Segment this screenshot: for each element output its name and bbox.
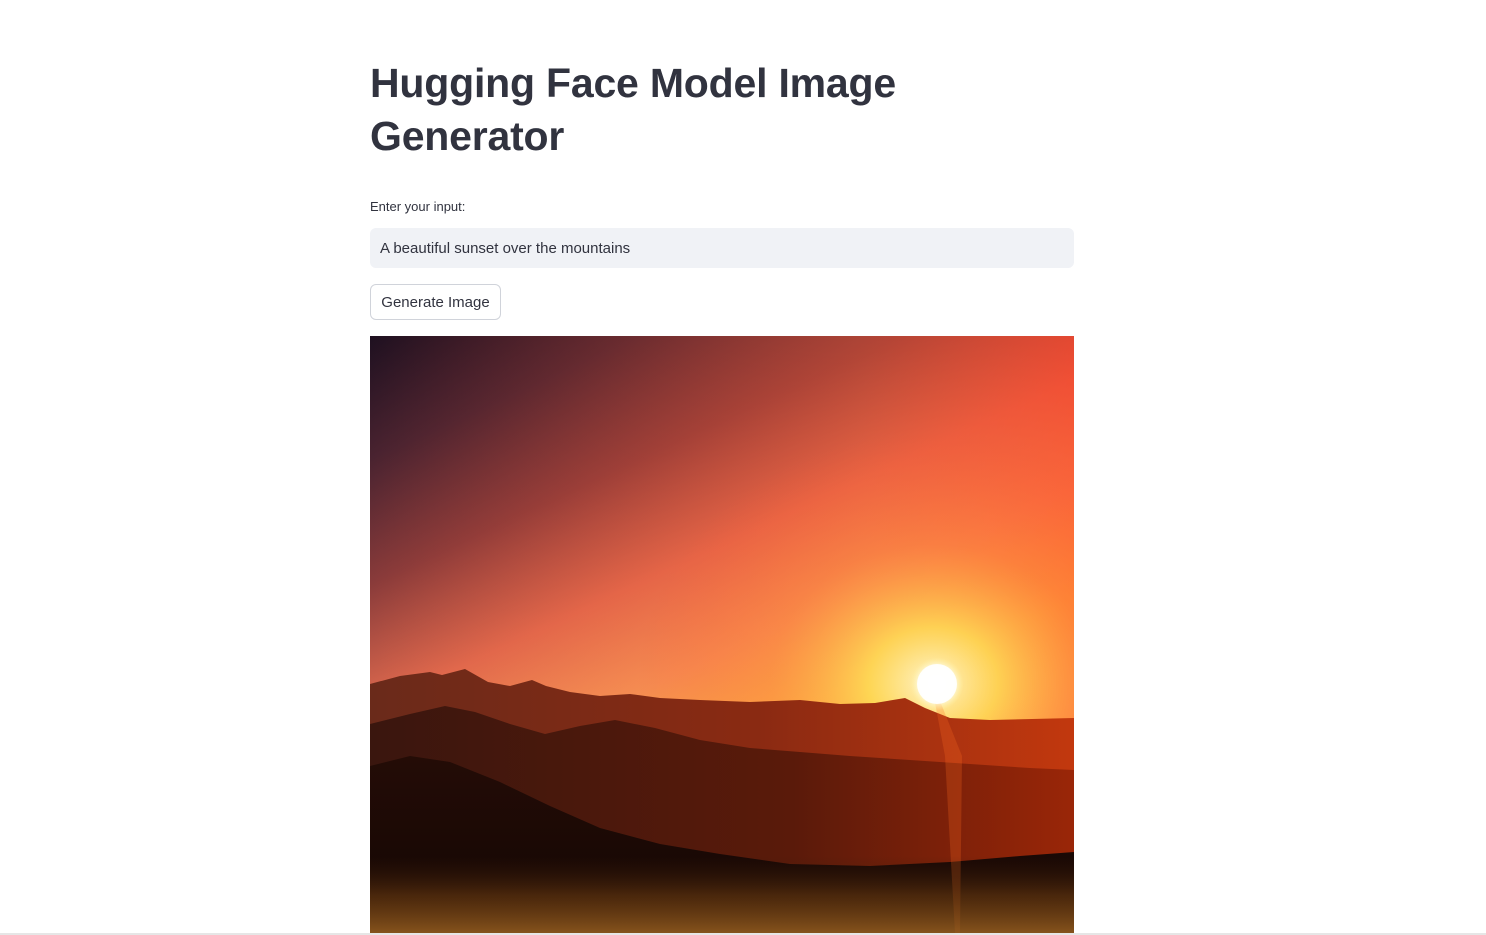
- prompt-input[interactable]: [370, 228, 1074, 268]
- page-title: Hugging Face Model Image Generator: [370, 60, 896, 159]
- generate-image-button[interactable]: Generate Image: [370, 284, 501, 320]
- input-label: Enter your input:: [370, 199, 466, 214]
- generated-sunset-image: [370, 336, 1074, 933]
- app-root: Hugging Face Model Image Generator Enter…: [0, 0, 1486, 935]
